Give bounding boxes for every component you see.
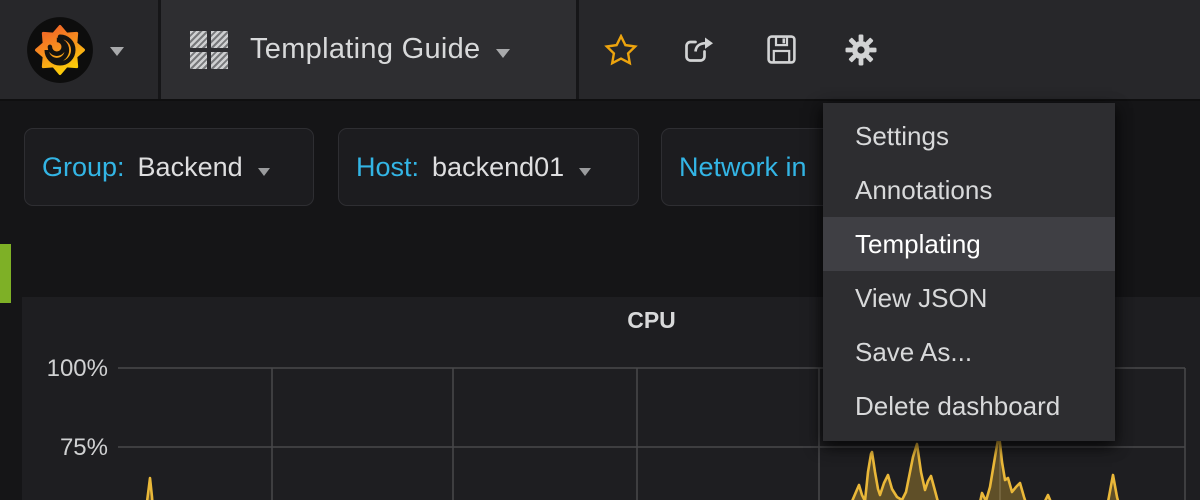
dashboard-settings-menu: Settings Annotations Templating View JSO… [823,103,1115,441]
grafana-logo-section[interactable] [0,0,158,99]
menu-item-delete-dashboard[interactable]: Delete dashboard [823,379,1115,433]
settings-gear-icon [845,34,877,66]
chevron-down-icon [258,168,270,176]
star-button[interactable] [597,0,645,99]
share-icon [682,35,715,65]
menu-item-annotations[interactable]: Annotations [823,163,1115,217]
variable-label: Host: [356,152,419,183]
star-icon [604,34,638,66]
variable-label: Network in [679,152,807,183]
dashboard-settings-button[interactable] [840,0,882,99]
save-button[interactable] [760,0,802,99]
chevron-down-icon [110,47,124,56]
navbar-divider [576,0,579,99]
row-collapse-handle[interactable] [0,244,11,303]
menu-item-view-json[interactable]: View JSON [823,271,1115,325]
top-navbar: Templating Guide [0,0,1200,101]
dashboard-grid-icon [190,31,228,69]
variable-selector-host[interactable]: Host: backend01 [338,128,639,206]
menu-item-settings[interactable]: Settings [823,109,1115,163]
save-icon [766,34,797,65]
share-button[interactable] [676,0,720,99]
variable-selector-group[interactable]: Group: Backend [24,128,314,206]
dashboard-title-dropdown[interactable]: Templating Guide [161,0,576,99]
menu-item-templating[interactable]: Templating [823,217,1115,271]
variable-label: Group: [42,152,125,183]
menu-item-save-as[interactable]: Save As... [823,325,1115,379]
grafana-logo-icon[interactable] [26,16,94,84]
variable-value: backend01 [432,152,564,183]
variable-value: Backend [138,152,243,183]
chevron-down-icon [496,49,510,58]
chevron-down-icon [579,168,591,176]
dashboard-title: Templating Guide [250,33,480,66]
